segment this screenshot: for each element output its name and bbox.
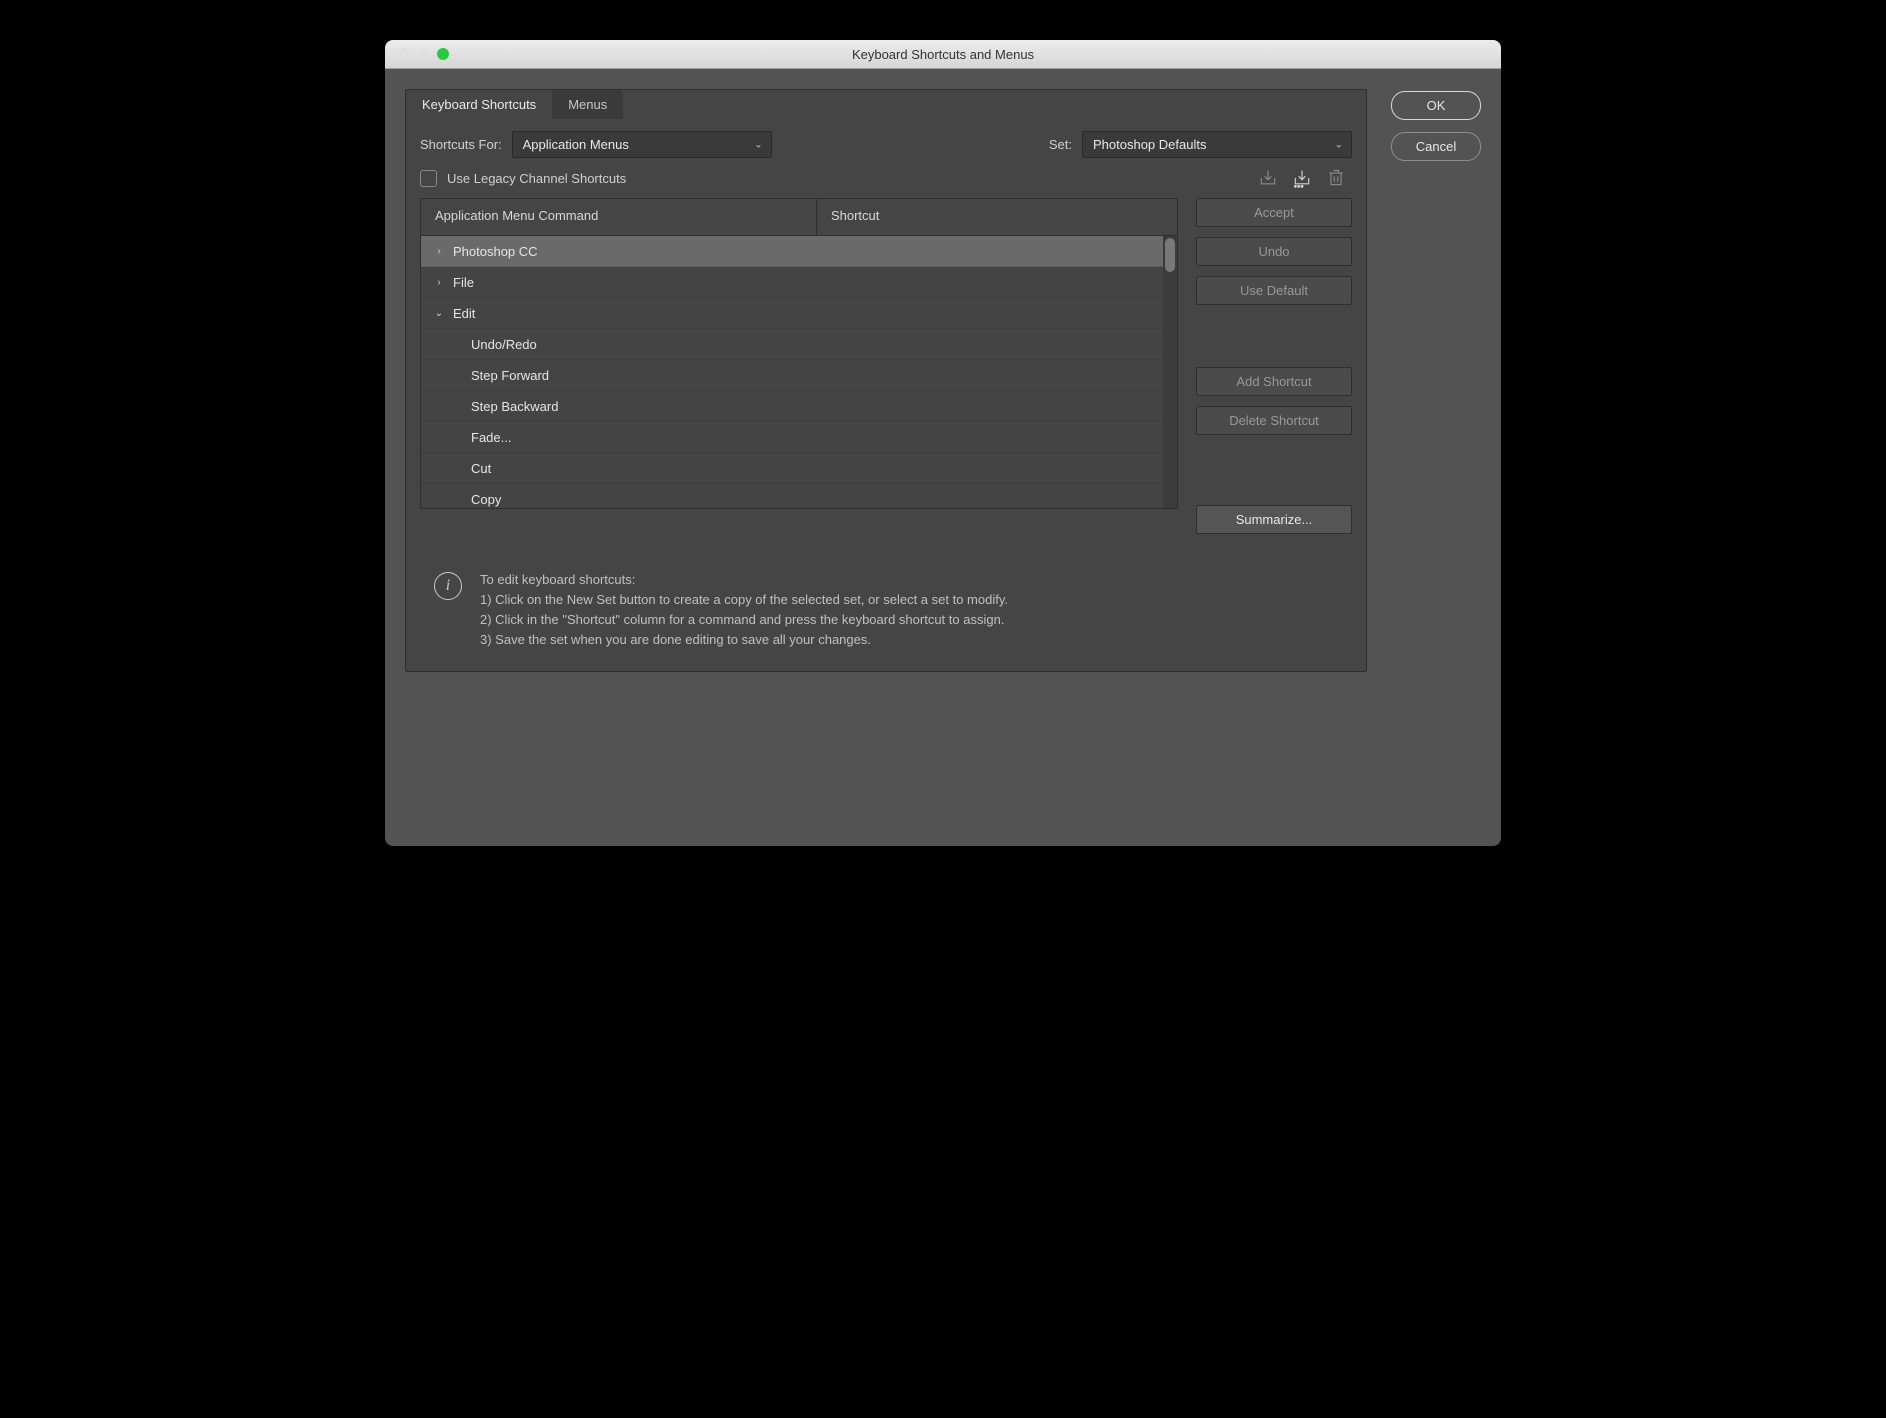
legacy-channel-checkbox[interactable]	[420, 170, 437, 187]
row-label: Fade...	[471, 430, 511, 445]
row-label: Cut	[471, 461, 491, 476]
table-row[interactable]: Step Forward	[421, 360, 1177, 391]
tab-keyboard-shortcuts[interactable]: Keyboard Shortcuts	[406, 90, 552, 119]
chevron-down-icon: ⌄	[754, 139, 762, 150]
row-label: Copy	[471, 492, 501, 507]
chevron-right-icon[interactable]: ›	[431, 277, 447, 288]
column-header-command[interactable]: Application Menu Command	[421, 199, 817, 235]
scrollbar[interactable]	[1163, 236, 1177, 508]
accept-button[interactable]: Accept	[1196, 198, 1352, 227]
use-default-button[interactable]: Use Default	[1196, 276, 1352, 305]
ok-button[interactable]: OK	[1391, 91, 1481, 120]
help-title: To edit keyboard shortcuts:	[480, 570, 1008, 590]
scrollbar-thumb[interactable]	[1165, 238, 1175, 272]
undo-button[interactable]: Undo	[1196, 237, 1352, 266]
row-label: Edit	[453, 306, 475, 321]
dialog-window: Keyboard Shortcuts and Menus Keyboard Sh…	[385, 40, 1501, 846]
table-body: › Photoshop CC › File ⌄ Edit Undo/Redo Step For…	[420, 236, 1178, 509]
summarize-button[interactable]: Summarize...	[1196, 505, 1352, 534]
set-value: Photoshop Defaults	[1093, 137, 1206, 152]
shortcuts-for-label: Shortcuts For:	[420, 137, 502, 152]
chevron-right-icon[interactable]: ›	[431, 246, 447, 257]
tab-strip: Keyboard Shortcuts Menus	[406, 90, 1366, 119]
table-row[interactable]: ⌄ Edit	[421, 298, 1177, 329]
help-line-2: 2) Click in the "Shortcut" column for a …	[480, 610, 1008, 630]
help-line-3: 3) Save the set when you are done editin…	[480, 630, 1008, 650]
row-label: Step Forward	[471, 368, 549, 383]
row-label: Undo/Redo	[471, 337, 537, 352]
table-row[interactable]: Copy	[421, 484, 1177, 509]
save-set-icon[interactable]	[1258, 168, 1278, 188]
table-row[interactable]: Fade...	[421, 422, 1177, 453]
row-label: Step Backward	[471, 399, 558, 414]
action-button-group: Accept Undo Use Default Add Shortcut Del…	[1196, 198, 1352, 534]
dialog-buttons: OK Cancel	[1391, 89, 1481, 672]
row-label: Photoshop CC	[453, 244, 538, 259]
add-shortcut-button[interactable]: Add Shortcut	[1196, 367, 1352, 396]
help-panel: i To edit keyboard shortcuts: 1) Click o…	[406, 550, 1366, 671]
main-panel: Keyboard Shortcuts Menus Shortcuts For: …	[405, 89, 1367, 672]
column-header-shortcut[interactable]: Shortcut	[817, 199, 1177, 235]
shortcuts-for-value: Application Menus	[523, 137, 629, 152]
trash-icon[interactable]	[1326, 168, 1346, 188]
tab-menus[interactable]: Menus	[552, 90, 623, 119]
cancel-button[interactable]: Cancel	[1391, 132, 1481, 161]
table-row[interactable]: Cut	[421, 453, 1177, 484]
set-dropdown[interactable]: Photoshop Defaults ⌄	[1082, 131, 1352, 158]
chevron-down-icon: ⌄	[1335, 139, 1343, 150]
set-label: Set:	[1049, 137, 1072, 152]
new-set-icon[interactable]	[1292, 168, 1312, 188]
help-line-1: 1) Click on the New Set button to create…	[480, 590, 1008, 610]
delete-shortcut-button[interactable]: Delete Shortcut	[1196, 406, 1352, 435]
row-label: File	[453, 275, 474, 290]
chevron-down-icon[interactable]: ⌄	[431, 308, 447, 319]
shortcuts-for-dropdown[interactable]: Application Menus ⌄	[512, 131, 772, 158]
titlebar: Keyboard Shortcuts and Menus	[385, 40, 1501, 69]
table-row[interactable]: › Photoshop CC	[421, 236, 1177, 267]
table-row[interactable]: Undo/Redo	[421, 329, 1177, 360]
info-icon: i	[434, 572, 462, 600]
shortcut-table: Application Menu Command Shortcut › Photo…	[420, 198, 1178, 534]
table-row[interactable]: › File	[421, 267, 1177, 298]
window-title: Keyboard Shortcuts and Menus	[385, 47, 1501, 62]
legacy-channel-label: Use Legacy Channel Shortcuts	[447, 171, 626, 186]
table-row[interactable]: Step Backward	[421, 391, 1177, 422]
